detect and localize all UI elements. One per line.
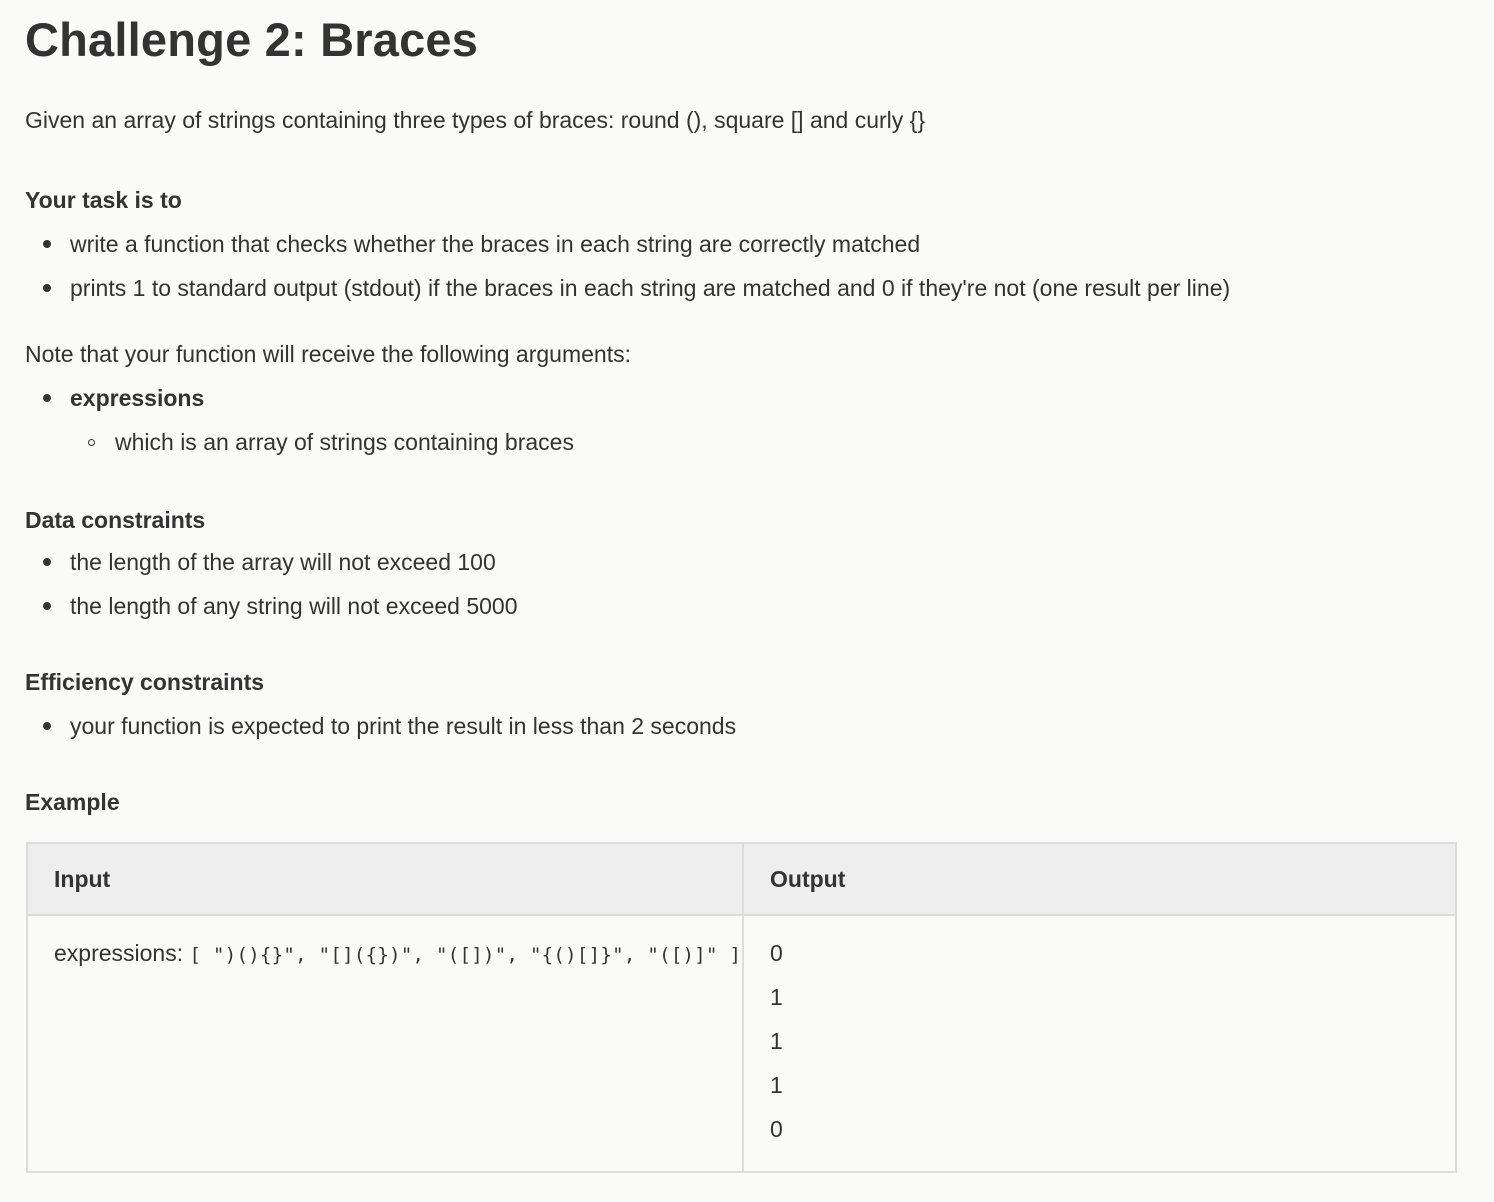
example-table-row: expressions: [ ")(){}", "[]({})", "([])"…: [26, 914, 1457, 1173]
example-table: Input Output expressions: [ ")(){}", "[]…: [26, 842, 1457, 1173]
data-constraint-item: the length of the array will not exceed …: [70, 549, 496, 575]
input-line: expressions: [ ")(){}", "[]({})", "([])"…: [54, 938, 742, 970]
efficiency-constraints-heading: Efficiency constraints: [25, 669, 265, 695]
example-heading: Example: [25, 789, 120, 815]
task-item: prints 1 to standard output (stdout) if …: [70, 275, 1231, 301]
bullet-icon: [43, 558, 51, 566]
bullet-icon: [43, 394, 51, 402]
data-constraint-item: the length of any string will not exceed…: [70, 593, 518, 619]
bullet-icon: [43, 722, 51, 730]
sub-bullet-icon: [88, 439, 95, 446]
input-cell: expressions: [ ")(){}", "[]({})", "([])"…: [26, 914, 744, 1173]
data-constraints-heading: Data constraints: [25, 507, 206, 533]
argument-name: expressions: [70, 385, 205, 411]
input-value: [ ")(){}", "[]({})", "([])", "{()[]}", "…: [189, 944, 742, 966]
output-line: 1: [770, 1072, 783, 1098]
page-title: Challenge 2: Braces: [25, 13, 479, 66]
arguments-note: Note that your function will receive the…: [25, 341, 631, 367]
output-column-header: Output: [742, 842, 1457, 916]
example-table-header-row: Input Output: [26, 842, 1457, 916]
output-line: 0: [770, 1116, 783, 1142]
efficiency-constraint-item: your function is expected to print the r…: [70, 713, 737, 739]
output-cell: 0 1 1 1 0: [742, 914, 1457, 1173]
task-heading: Your task is to: [25, 187, 182, 213]
input-label: expressions:: [54, 940, 190, 966]
task-item: write a function that checks whether the…: [70, 231, 921, 257]
bullet-icon: [43, 240, 51, 248]
bullet-icon: [43, 602, 51, 610]
argument-description: which is an array of strings containing …: [115, 429, 574, 455]
output-line: 0: [770, 940, 783, 966]
output-line: 1: [770, 984, 783, 1010]
bullet-icon: [43, 284, 51, 292]
output-line: 1: [770, 1028, 783, 1054]
input-column-header: Input: [26, 842, 744, 916]
intro-paragraph: Given an array of strings containing thr…: [25, 107, 926, 133]
